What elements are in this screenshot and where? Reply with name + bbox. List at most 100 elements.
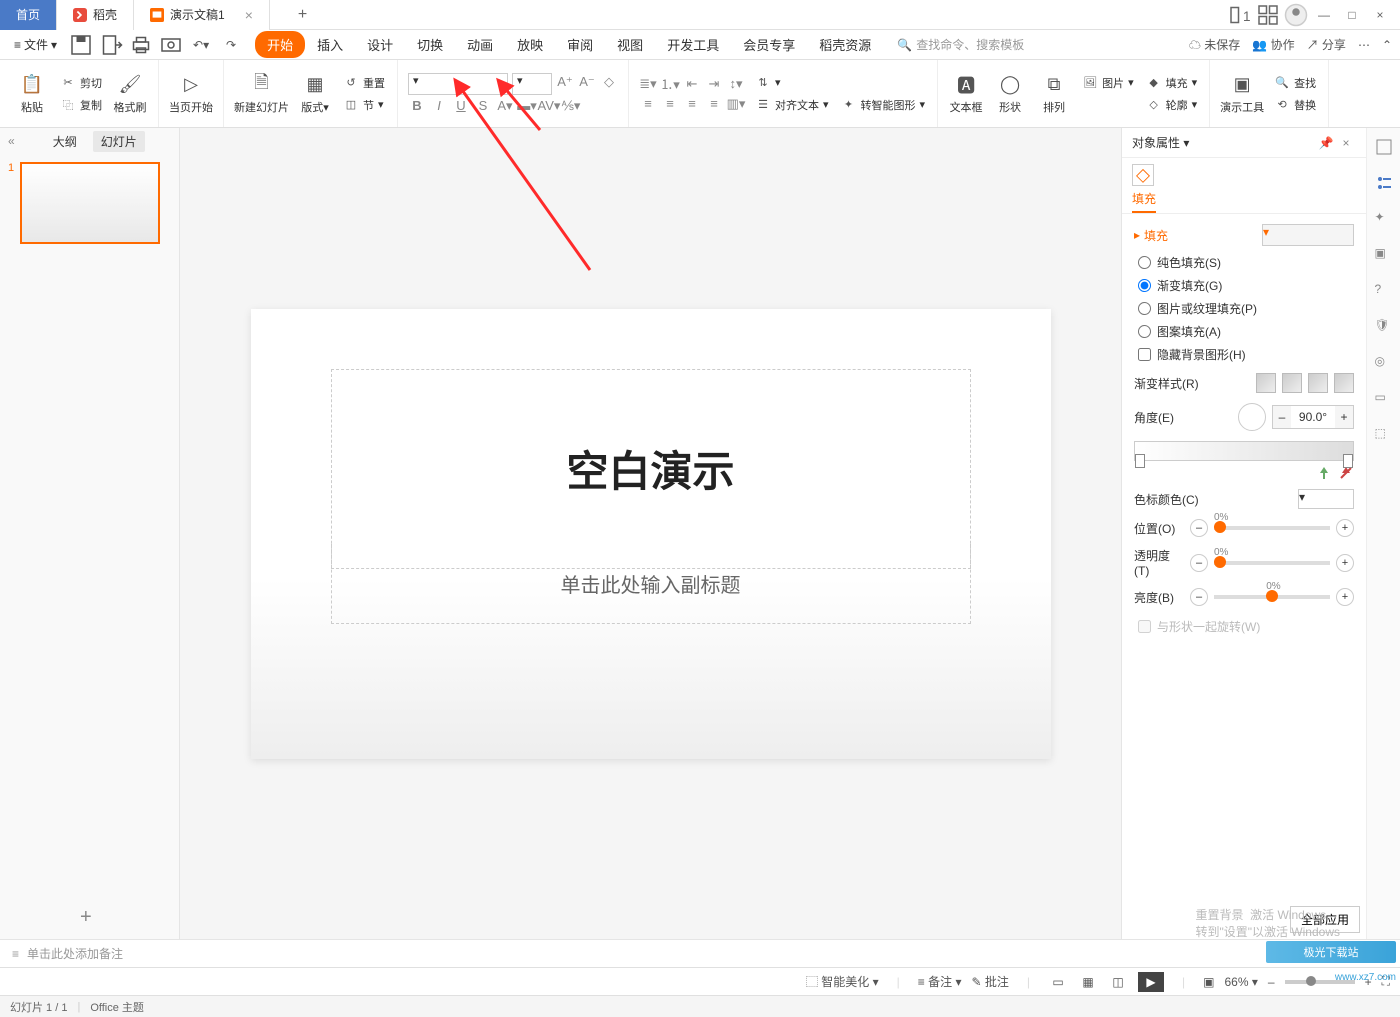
gradient-stop-2[interactable]	[1343, 454, 1353, 468]
clear-format-icon[interactable]: ◇	[600, 73, 618, 91]
paste-button[interactable]: 📋粘贴	[10, 73, 54, 115]
fill-preview-swatch[interactable]: ▾	[1262, 224, 1354, 246]
transparency-increase[interactable]: +	[1336, 554, 1354, 572]
angle-increase[interactable]: +	[1335, 406, 1353, 428]
transparency-decrease[interactable]: –	[1190, 554, 1208, 572]
tab-close-icon[interactable]: ×	[245, 7, 253, 23]
undo-icon[interactable]: ↶▾	[189, 33, 213, 57]
add-stop-icon[interactable]	[1316, 465, 1332, 481]
underline-icon[interactable]: U	[452, 97, 470, 115]
position-slider[interactable]: 0%	[1214, 526, 1330, 530]
radio-pattern-fill[interactable]: 图案填充(A)	[1134, 323, 1354, 340]
fill-button[interactable]: ◆填充▾	[1144, 73, 1200, 93]
rail-screen-icon[interactable]: ▣	[1375, 246, 1393, 264]
rail-help-icon[interactable]: ?	[1375, 282, 1393, 300]
font-effects-icon[interactable]: ⅍▾	[562, 97, 580, 115]
format-painter-button[interactable]: 🖌格式刷	[108, 73, 152, 115]
outline-button[interactable]: ◇轮廓▾	[1144, 95, 1200, 115]
section-button[interactable]: ◫节▾	[341, 95, 387, 115]
unsaved-indicator[interactable]: ☁ 未保存	[1189, 36, 1240, 53]
comments-toggle[interactable]: ✎ 批注	[972, 973, 1009, 990]
slide[interactable]: 空白演示 单击此处输入副标题	[251, 309, 1051, 759]
position-decrease[interactable]: –	[1190, 519, 1208, 537]
font-name-select[interactable]: ▾	[408, 73, 508, 95]
align-center-icon[interactable]: ≡	[661, 95, 679, 113]
find-button[interactable]: 🔍查找	[1272, 73, 1318, 93]
picture-button[interactable]: 🖼图片▾	[1080, 73, 1136, 93]
radio-solid-fill[interactable]: 纯色填充(S)	[1134, 254, 1354, 271]
ribbon-tab-design[interactable]: 设计	[355, 31, 405, 58]
collab-button[interactable]: 👥 协作	[1252, 36, 1294, 53]
angle-dial[interactable]	[1238, 403, 1266, 431]
smart-shape-button[interactable]: ✦转智能图形▾	[839, 95, 928, 115]
align-right-icon[interactable]: ≡	[683, 95, 701, 113]
more-menu-icon[interactable]: ⋯	[1358, 38, 1370, 52]
fill-section-header[interactable]: ▸ 填充 ▾	[1134, 224, 1354, 246]
rail-cube-icon[interactable]: ⬚	[1375, 426, 1393, 444]
ribbon-tab-insert[interactable]: 插入	[305, 31, 355, 58]
angle-input[interactable]: – 90.0° +	[1272, 405, 1354, 429]
print-preview-icon[interactable]	[159, 33, 183, 57]
indent-inc-icon[interactable]: ⇥	[705, 75, 723, 93]
new-tab-button[interactable]: +	[270, 0, 335, 30]
save-icon[interactable]	[69, 33, 93, 57]
ribbon-tab-animation[interactable]: 动画	[455, 31, 505, 58]
bold-icon[interactable]: B	[408, 97, 426, 115]
angle-decrease[interactable]: –	[1273, 406, 1291, 428]
replace-button[interactable]: ⟲替换	[1272, 95, 1318, 115]
shape-button[interactable]: ◯形状	[988, 73, 1032, 115]
share-button[interactable]: ↗ 分享	[1307, 36, 1346, 53]
gradstyle-4[interactable]	[1334, 373, 1354, 393]
title-placeholder[interactable]: 空白演示	[331, 369, 971, 569]
collapse-sidebar-icon[interactable]: «	[8, 134, 15, 148]
panel-close-icon[interactable]: ×	[1336, 136, 1356, 150]
ribbon-tab-start[interactable]: 开始	[255, 31, 305, 58]
slides-tab[interactable]: 幻灯片	[93, 131, 145, 152]
ribbon-tab-devtools[interactable]: 开发工具	[655, 31, 731, 58]
outline-tab[interactable]: 大纲	[45, 131, 85, 152]
ribbon-tab-view[interactable]: 视图	[605, 31, 655, 58]
text-direction-button[interactable]: ⇅▾	[753, 73, 831, 93]
tab-daoke[interactable]: 稻壳	[57, 0, 134, 30]
line-spacing-icon[interactable]: ↕▾	[727, 75, 745, 93]
arrange-button[interactable]: ⧉排列	[1032, 73, 1076, 115]
layout-button[interactable]: ▦版式▾	[293, 73, 337, 115]
bullets-icon[interactable]: ≣▾	[639, 75, 657, 93]
fill-tab-icon[interactable]	[1132, 164, 1154, 186]
close-button[interactable]: ×	[1368, 3, 1392, 27]
decrease-font-icon[interactable]: A⁻	[578, 73, 596, 91]
gradstyle-2[interactable]	[1282, 373, 1302, 393]
export-icon[interactable]	[99, 33, 123, 57]
reading-mode-icon[interactable]: 1	[1228, 3, 1252, 27]
rail-security-icon[interactable]: 🛡	[1375, 318, 1393, 336]
stop-color-picker[interactable]: ▾	[1298, 489, 1354, 509]
canvas-area[interactable]: 空白演示 单击此处输入副标题	[180, 128, 1121, 939]
numbering-icon[interactable]: ⒈▾	[661, 75, 679, 93]
print-icon[interactable]	[129, 33, 153, 57]
pin-icon[interactable]: 📌	[1316, 136, 1336, 150]
gradient-stop-1[interactable]	[1135, 454, 1145, 468]
tab-home[interactable]: 首页	[0, 0, 57, 30]
from-current-button[interactable]: ▷当页开始	[165, 73, 217, 115]
align-left-icon[interactable]: ≡	[639, 95, 657, 113]
rail-position-icon[interactable]: ◎	[1375, 354, 1393, 372]
position-increase[interactable]: +	[1336, 519, 1354, 537]
radio-picture-fill[interactable]: 图片或纹理填充(P)	[1134, 300, 1354, 317]
rail-read-icon[interactable]: ▭	[1375, 390, 1393, 408]
char-spacing-icon[interactable]: AV▾	[540, 97, 558, 115]
zoom-value[interactable]: 66% ▾	[1225, 975, 1258, 989]
brightness-increase[interactable]: +	[1336, 588, 1354, 606]
ribbon-tab-transition[interactable]: 切换	[405, 31, 455, 58]
ribbon-tab-vip[interactable]: 会员专享	[731, 31, 807, 58]
cut-button[interactable]: ✂剪切	[58, 73, 104, 93]
italic-icon[interactable]: I	[430, 97, 448, 115]
file-menu[interactable]: ≡ 文件 ▾	[8, 36, 63, 53]
transparency-slider[interactable]: 0%	[1214, 561, 1330, 565]
collapse-ribbon-icon[interactable]: ⌃	[1382, 38, 1392, 52]
maximize-button[interactable]: □	[1340, 3, 1364, 27]
rail-star-icon[interactable]: ✦	[1375, 210, 1393, 228]
gradstyle-3[interactable]	[1308, 373, 1328, 393]
slide-thumbnail-1[interactable]: 1	[8, 162, 171, 244]
present-tool-button[interactable]: ▣演示工具	[1216, 73, 1268, 115]
font-size-select[interactable]: ▾	[512, 73, 552, 95]
